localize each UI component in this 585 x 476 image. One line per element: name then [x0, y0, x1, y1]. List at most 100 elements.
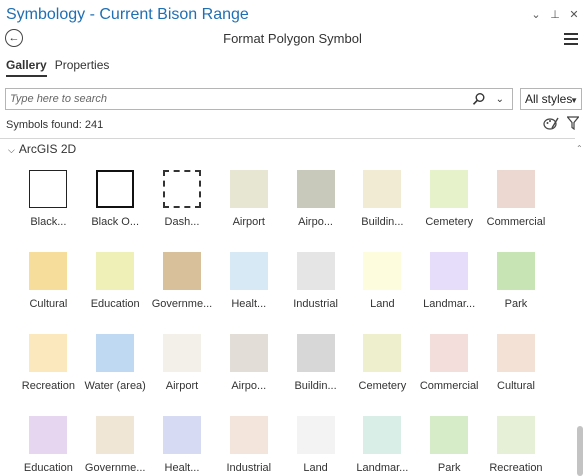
- symbol-swatch: [29, 334, 68, 372]
- symbol-item[interactable]: Park: [483, 252, 550, 334]
- symbol-item[interactable]: Cemetery: [349, 334, 416, 416]
- tab-bar: Gallery Properties: [6, 58, 109, 77]
- symbol-label: Airport: [232, 216, 265, 228]
- symbol-item[interactable]: Industrial: [282, 252, 349, 334]
- symbol-label: Landmar...: [356, 462, 409, 474]
- symbol-swatch: [29, 416, 68, 454]
- window-title: Symbology - Current Bison Range: [6, 6, 249, 23]
- symbol-item[interactable]: Airpo...: [215, 334, 282, 416]
- menu-icon[interactable]: [564, 33, 578, 45]
- symbol-label: Cultural: [29, 298, 68, 310]
- symbol-item[interactable]: Landmar...: [416, 252, 483, 334]
- symbol-item[interactable]: Cultural: [483, 334, 550, 416]
- symbol-options-icon[interactable]: [543, 116, 559, 130]
- chevron-down-icon: ⌵: [8, 145, 15, 155]
- symbol-item[interactable]: Buildin...: [282, 334, 349, 416]
- symbol-label: Land: [303, 462, 328, 474]
- symbol-item[interactable]: Healt...: [149, 416, 216, 476]
- close-icon[interactable]: ✕: [569, 8, 579, 21]
- symbol-swatch: [96, 170, 135, 208]
- symbol-swatch: [430, 170, 469, 208]
- symbol-swatch: [430, 334, 469, 372]
- symbol-swatch: [430, 252, 469, 290]
- search-options-chevron-icon[interactable]: ⌄: [496, 94, 504, 105]
- symbol-item[interactable]: Airpo...: [282, 170, 349, 252]
- symbol-label: Dash...: [164, 216, 200, 228]
- window-options-icon[interactable]: ⌄: [531, 8, 541, 21]
- symbol-swatch: [229, 252, 268, 290]
- symbol-swatch: [296, 334, 335, 372]
- symbol-label: Commercial: [419, 380, 479, 392]
- symbol-swatch: [96, 416, 135, 454]
- symbols-found-count: Symbols found: 241: [6, 119, 104, 131]
- pane-header: ← Format Polygon Symbol: [0, 26, 585, 52]
- symbol-item[interactable]: Dash...: [149, 170, 216, 252]
- symbol-label: Airpo...: [231, 380, 267, 392]
- symbol-swatch: [162, 416, 201, 454]
- tab-gallery[interactable]: Gallery: [6, 58, 47, 77]
- filter-icon[interactable]: [567, 116, 579, 130]
- symbol-item[interactable]: Recreation: [483, 416, 550, 476]
- symbol-label: Park: [437, 462, 461, 474]
- symbol-swatch: [496, 334, 535, 372]
- symbol-item[interactable]: Park: [416, 416, 483, 476]
- symbol-item[interactable]: Land: [282, 416, 349, 476]
- symbol-label: Airport: [165, 380, 199, 392]
- symbol-label: Industrial: [293, 298, 338, 310]
- search-icon[interactable]: [472, 92, 486, 106]
- styles-dropdown[interactable]: All styles ▼: [520, 88, 582, 110]
- symbol-label: Healt...: [231, 298, 267, 310]
- symbol-item[interactable]: Landmar...: [349, 416, 416, 476]
- symbol-item[interactable]: Commercial: [416, 334, 483, 416]
- scroll-up-icon[interactable]: ⌃: [576, 144, 583, 153]
- symbol-item[interactable]: Recreation: [15, 334, 82, 416]
- symbol-item[interactable]: Cultural: [15, 252, 82, 334]
- symbol-item[interactable]: Education: [82, 252, 149, 334]
- tab-properties[interactable]: Properties: [55, 58, 110, 77]
- symbol-item[interactable]: Land: [349, 252, 416, 334]
- symbol-swatch: [496, 416, 535, 454]
- symbol-label: Cultural: [497, 380, 535, 392]
- pin-icon[interactable]: ⊥: [550, 8, 560, 21]
- symbol-swatch: [229, 334, 268, 372]
- symbol-swatch: [162, 252, 201, 290]
- symbol-label: Cemetery: [358, 380, 407, 392]
- symbol-item[interactable]: Black...: [15, 170, 82, 252]
- symbol-label: Governme...: [151, 298, 213, 310]
- styles-dropdown-value: All styles: [525, 92, 573, 106]
- symbol-label: Healt...: [164, 462, 200, 474]
- symbol-label: Buildin...: [294, 380, 337, 392]
- section-title: ArcGIS 2D: [18, 142, 77, 156]
- symbol-swatch: [363, 334, 402, 372]
- symbol-swatch: [29, 170, 68, 208]
- scroll-thumb[interactable]: [577, 426, 583, 476]
- symbol-item[interactable]: Education: [15, 416, 82, 476]
- symbol-item[interactable]: Healt...: [215, 252, 282, 334]
- symbol-item[interactable]: Cemetery: [416, 170, 483, 252]
- symbol-item[interactable]: Governme...: [149, 252, 216, 334]
- search-input[interactable]: [10, 91, 450, 107]
- symbol-label: Education: [90, 298, 140, 310]
- section-header-arcgis-2d[interactable]: ⌵ ArcGIS 2D: [8, 142, 76, 156]
- symbol-swatch: [296, 170, 335, 208]
- symbol-item[interactable]: Commercial: [483, 170, 550, 252]
- symbol-item[interactable]: Airport: [215, 170, 282, 252]
- symbol-label: Airpo...: [298, 216, 333, 228]
- symbol-label: Recreation: [21, 380, 75, 392]
- symbol-swatch: [296, 252, 335, 290]
- symbol-label: Commercial: [486, 216, 546, 228]
- symbol-item[interactable]: Airport: [149, 334, 216, 416]
- symbol-item[interactable]: Industrial: [215, 416, 282, 476]
- symbol-swatch: [496, 170, 535, 208]
- symbol-swatch: [162, 170, 201, 208]
- vertical-scrollbar[interactable]: ⌃: [575, 138, 585, 476]
- symbol-item[interactable]: Governme...: [82, 416, 149, 476]
- symbol-label: Industrial: [226, 462, 272, 474]
- symbol-item[interactable]: Buildin...: [349, 170, 416, 252]
- symbol-swatch: [496, 252, 535, 290]
- symbol-item[interactable]: Water (area): [82, 334, 149, 416]
- symbol-label: Land: [370, 298, 395, 310]
- symbol-label: Park: [504, 298, 528, 310]
- symbol-item[interactable]: Black O...: [82, 170, 149, 252]
- symbol-label: Landmar...: [423, 298, 476, 310]
